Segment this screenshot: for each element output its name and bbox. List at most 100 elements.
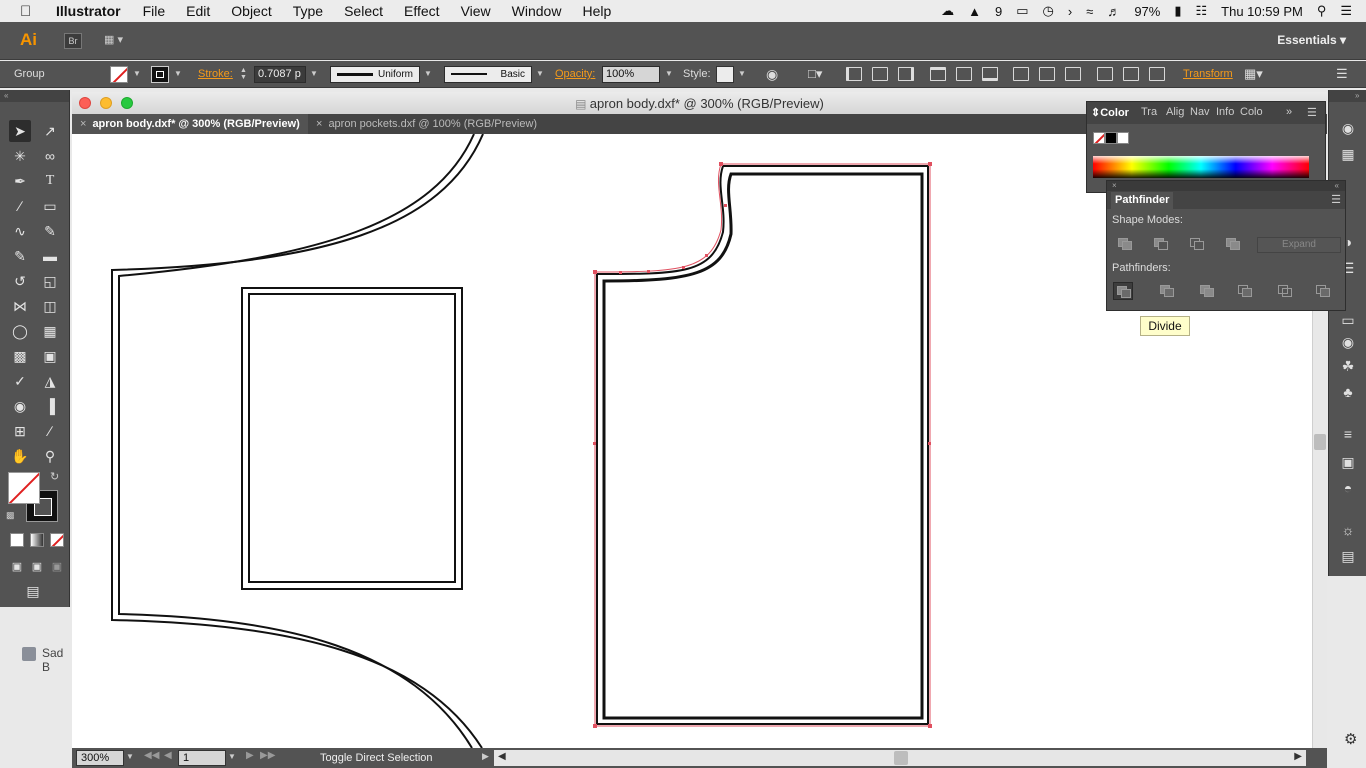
symbol-sprayer-tool-icon[interactable]: ◉: [9, 395, 31, 417]
direct-selection-tool-icon[interactable]: ↗: [39, 120, 61, 142]
intersect-button[interactable]: [1187, 235, 1207, 253]
free-transform-tool-icon[interactable]: ◫: [39, 295, 61, 317]
opacity-label[interactable]: Opacity:: [555, 68, 595, 80]
eraser-tool-icon[interactable]: ▬: [39, 245, 61, 267]
expand-icon[interactable]: »: [1329, 90, 1366, 102]
desktop-file[interactable]: Sad B: [18, 643, 72, 674]
symbols-icon[interactable]: ♣: [1339, 384, 1357, 400]
swap-colors-icon[interactable]: ↻: [50, 470, 59, 483]
zoom-tool-icon[interactable]: ⚲: [39, 445, 61, 467]
bluetooth-icon[interactable]: ›: [1068, 4, 1072, 19]
chevron-down-icon[interactable]: ▼: [228, 752, 236, 761]
wifi-icon[interactable]: ≈: [1086, 4, 1093, 19]
graphic-styles-icon[interactable]: ◓: [1339, 480, 1357, 496]
battery-icon[interactable]: ▮: [1174, 3, 1181, 19]
graphic-style-swatch[interactable]: [716, 66, 734, 83]
adobe-icon[interactable]: ▲: [968, 4, 981, 19]
hand-tool-icon[interactable]: ✋: [9, 445, 31, 467]
next-artboard-icon[interactable]: ▶: [246, 750, 254, 761]
column-graph-tool-icon[interactable]: ▐: [39, 395, 61, 417]
last-artboard-icon[interactable]: ▶▶: [260, 750, 275, 761]
stroke-weight-field[interactable]: 0.7087 p: [254, 66, 306, 83]
creative-cloud-icon[interactable]: ☁: [941, 3, 954, 19]
minus-front-button[interactable]: [1151, 235, 1171, 253]
perspective-grid-tool-icon[interactable]: ▦: [39, 320, 61, 342]
menu-view[interactable]: View: [461, 3, 491, 19]
clock[interactable]: Thu 10:59 PM: [1221, 4, 1303, 19]
tab-navigator[interactable]: Nav: [1190, 106, 1210, 118]
lasso-tool-icon[interactable]: ∞: [39, 145, 61, 167]
rotate-tool-icon[interactable]: ↺: [9, 270, 31, 292]
app-menu[interactable]: Illustrator: [56, 3, 121, 19]
trim-button[interactable]: [1157, 282, 1177, 300]
scroll-thumb[interactable]: [894, 751, 908, 765]
distribute-top-icon[interactable]: [1013, 67, 1029, 81]
transform-label[interactable]: Transform: [1183, 68, 1233, 80]
outline-button[interactable]: [1275, 282, 1295, 300]
isolate-icon[interactable]: ▦▾: [1244, 66, 1263, 82]
stroke-label[interactable]: Stroke:: [198, 68, 233, 80]
slice-tool-icon[interactable]: ∕: [39, 420, 61, 442]
zoom-field[interactable]: 300%: [76, 750, 124, 766]
tab-apron-body[interactable]: × apron body.dxf* @ 300% (RGB/Preview): [72, 114, 308, 134]
chevron-down-icon[interactable]: ▼: [174, 69, 182, 78]
minus-back-button[interactable]: [1313, 282, 1333, 300]
scroll-right-icon[interactable]: ▶: [1294, 751, 1302, 762]
tab-pathfinder[interactable]: Pathfinder: [1111, 192, 1174, 209]
brush-definition[interactable]: Basic: [444, 66, 532, 83]
panel-menu-icon[interactable]: ☰: [1336, 66, 1348, 82]
align-bottom-icon[interactable]: [982, 67, 998, 81]
volume-icon[interactable]: ♬: [1107, 4, 1120, 19]
bridge-button[interactable]: Br: [64, 33, 82, 49]
notification-icon[interactable]: ☰: [1340, 3, 1352, 19]
status-menu-icon[interactable]: ▶: [482, 751, 489, 762]
eyedropper-tool-icon[interactable]: ✓: [9, 370, 31, 392]
pen-tool-icon[interactable]: ✒: [9, 170, 31, 192]
spotlight-icon[interactable]: ⚲: [1317, 3, 1327, 19]
expand-button[interactable]: Expand: [1257, 237, 1341, 253]
apple-icon[interactable]: : [20, 3, 38, 20]
color-guide-icon[interactable]: ◉: [1339, 120, 1357, 136]
scroll-left-icon[interactable]: ◀: [498, 751, 506, 762]
menu-file[interactable]: File: [143, 3, 166, 19]
menu-type[interactable]: Type: [293, 3, 323, 19]
chevron-down-icon[interactable]: ▼: [665, 69, 673, 78]
stroke-icon[interactable]: ≡: [1339, 426, 1357, 442]
more-tabs-icon[interactable]: »: [1286, 106, 1292, 118]
tab-align[interactable]: Alig: [1166, 106, 1184, 118]
panel-menu-icon[interactable]: ☰: [1331, 193, 1341, 206]
color-mode-icon[interactable]: [10, 533, 24, 547]
unite-button[interactable]: [1115, 235, 1135, 253]
scroll-thumb[interactable]: [1314, 434, 1326, 450]
variable-width-profile[interactable]: Uniform: [330, 66, 420, 83]
rectangle-tool-icon[interactable]: ▭: [39, 195, 61, 217]
chevron-down-icon[interactable]: ▼: [738, 69, 746, 78]
distribute-right-icon[interactable]: [1149, 67, 1165, 81]
line-segment-tool-icon[interactable]: ∕: [9, 195, 31, 217]
appearance-icon[interactable]: ◉: [1339, 334, 1357, 350]
time-machine-icon[interactable]: ◷: [1042, 3, 1053, 19]
align-left-icon[interactable]: [846, 67, 862, 81]
menu-select[interactable]: Select: [344, 3, 383, 19]
previous-artboard-icon[interactable]: ◀: [164, 750, 172, 761]
airplay-icon[interactable]: ▭: [1016, 3, 1028, 19]
tab-apron-pockets[interactable]: × apron pockets.dxf @ 100% (RGB/Preview): [308, 114, 553, 134]
align-to-icon[interactable]: □▾: [808, 66, 822, 82]
tab-info[interactable]: Info: [1216, 106, 1234, 118]
tab-transparency[interactable]: Tra: [1141, 106, 1157, 118]
collapse-icon[interactable]: «: [1335, 181, 1339, 191]
distribute-center-icon[interactable]: [1123, 67, 1139, 81]
align-middle-icon[interactable]: [956, 67, 972, 81]
draw-behind-icon[interactable]: ▣: [26, 556, 48, 578]
panel-menu-icon[interactable]: ☰: [1307, 106, 1317, 119]
menu-object[interactable]: Object: [231, 3, 271, 19]
close-icon[interactable]: × «: [1107, 181, 1345, 191]
gradient-mode-icon[interactable]: [30, 533, 44, 547]
brushes-icon[interactable]: ☘: [1339, 358, 1357, 374]
color-spectrum[interactable]: [1093, 156, 1309, 178]
distribute-bottom-icon[interactable]: [1065, 67, 1081, 81]
align-center-icon[interactable]: [872, 67, 888, 81]
default-colors-icon[interactable]: ▩: [6, 510, 15, 521]
artboard-tool-icon[interactable]: ⊞: [9, 420, 31, 442]
draw-inside-icon[interactable]: ▣: [46, 556, 68, 578]
